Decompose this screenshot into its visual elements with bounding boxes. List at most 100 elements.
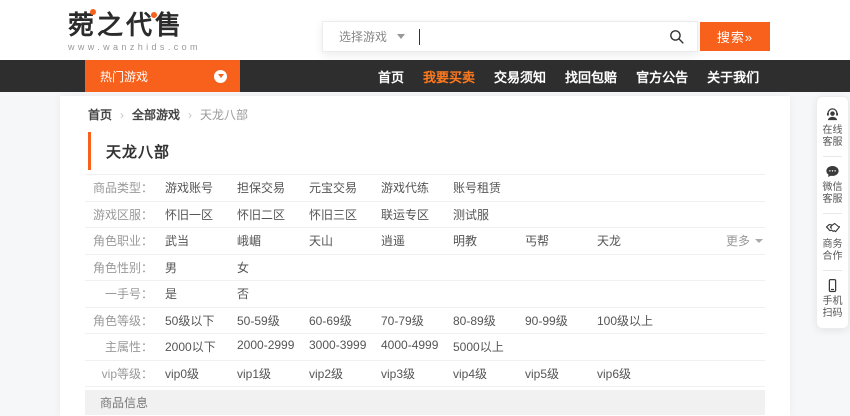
toolbar-divider — [823, 213, 842, 214]
search-input[interactable] — [420, 22, 668, 51]
main-nav: 热门游戏 首页我要买卖交易须知找回包赔官方公告关于我们 — [0, 60, 850, 92]
search-button[interactable]: 搜索» — [700, 22, 770, 51]
filter-options: 男女 — [165, 259, 309, 276]
side-toolbar: 在线 客服微信 客服商务 合作手机 扫码 — [816, 96, 849, 329]
toolbar-divider — [823, 156, 842, 157]
toolbar-item-label: 在线 客服 — [823, 125, 843, 149]
filter-more-label: 更多 — [726, 232, 750, 249]
filter-more-link[interactable]: 更多 — [726, 228, 763, 254]
logo-accent-dot-icon — [90, 9, 96, 15]
toolbar-item-online-service[interactable]: 在线 客服 — [823, 107, 843, 149]
filter-option[interactable]: 否 — [237, 285, 309, 302]
filter-option[interactable]: 担保交易 — [237, 179, 309, 196]
filter-option[interactable]: 明教 — [453, 232, 525, 249]
toolbar-item-mobile-qr-scan[interactable]: 手机 扫码 — [823, 278, 843, 320]
search-icon[interactable] — [668, 28, 685, 45]
filter-label: vip等级： — [85, 365, 153, 382]
toolbar-item-wechat-service[interactable]: 微信 客服 — [823, 164, 843, 206]
filter-option[interactable]: 90-99级 — [525, 312, 597, 329]
filter-option[interactable]: 怀旧二区 — [237, 206, 309, 223]
filter-option[interactable]: 测试服 — [453, 206, 525, 223]
logo-wordmark: 菀之代售 — [68, 11, 201, 39]
filter-option[interactable]: 50级以下 — [165, 312, 237, 329]
filter-option[interactable]: 男 — [165, 259, 237, 276]
filter-option[interactable]: 游戏代练 — [381, 179, 453, 196]
toolbar-item-business-cooperation[interactable]: 商务 合作 — [823, 221, 843, 263]
filter-label: 角色等级： — [85, 312, 153, 329]
breadcrumb-item[interactable]: 首页 — [88, 106, 112, 123]
toolbar-item-label: 微信 客服 — [823, 182, 843, 206]
filter-row: 主属性： 2000以下2000-29993000-39994000-4999500… — [85, 334, 765, 361]
page-title: 天龙八部 — [106, 141, 170, 162]
filter-option[interactable]: 60-69级 — [309, 312, 381, 329]
filter-option[interactable]: 2000-2999 — [237, 338, 309, 355]
filter-option[interactable]: vip4级 — [453, 365, 525, 382]
filter-option[interactable]: 峨嵋 — [237, 232, 309, 249]
filter-label: 角色职业： — [85, 232, 153, 249]
filter-option[interactable]: vip2级 — [309, 365, 381, 382]
toolbar-item-label: 商务 合作 — [823, 239, 843, 263]
breadcrumb-item: 天龙八部 — [200, 106, 248, 123]
filter-option[interactable]: 武当 — [165, 232, 237, 249]
nav-item-home[interactable]: 首页 — [378, 67, 404, 86]
site-logo[interactable]: 菀之代售 www.wanzhids.com — [68, 11, 201, 52]
filter-row: 角色职业： 武当峨嵋天山逍遥明教丐帮天龙 更多 — [85, 228, 765, 255]
filter-option[interactable]: 4000-4999 — [381, 338, 453, 355]
breadcrumb-separator: › — [188, 108, 192, 122]
main-content-card: 首页›全部游戏›天龙八部 天龙八部 商品类型：游戏账号担保交易元宝交易游戏代练账… — [60, 96, 790, 416]
filter-options: vip0级vip1级vip2级vip3级vip4级vip5级vip6级 — [165, 365, 669, 382]
filter-option[interactable]: vip0级 — [165, 365, 237, 382]
filter-option[interactable]: 天山 — [309, 232, 381, 249]
filter-option[interactable]: 是 — [165, 285, 237, 302]
filter-option[interactable]: 账号租赁 — [453, 179, 525, 196]
main-nav-items: 首页我要买卖交易须知找回包赔官方公告关于我们 — [378, 60, 759, 92]
site-header: 菀之代售 www.wanzhids.com 选择游戏 搜索» — [0, 0, 850, 60]
filter-option[interactable]: 逍遥 — [381, 232, 453, 249]
filter-options: 怀旧一区怀旧二区怀旧三区联运专区测试服 — [165, 206, 525, 223]
filter-option[interactable]: vip1级 — [237, 365, 309, 382]
filter-option[interactable]: 80-89级 — [453, 312, 525, 329]
nav-item-about-us[interactable]: 关于我们 — [707, 67, 759, 86]
filter-option[interactable]: vip5级 — [525, 365, 597, 382]
filter-label: 商品类型： — [85, 179, 153, 196]
filter-option[interactable]: 女 — [237, 259, 309, 276]
filter-label: 角色性别： — [85, 259, 153, 276]
filter-option[interactable]: vip3级 — [381, 365, 453, 382]
logo-text: 菀之代售 — [68, 10, 184, 40]
nav-item-official-announcement[interactable]: 官方公告 — [636, 67, 688, 86]
filter-table: 商品类型：游戏账号担保交易元宝交易游戏代练账号租赁游戏区服：怀旧一区怀旧二区怀旧… — [85, 174, 765, 387]
search-bar: 选择游戏 — [322, 21, 698, 52]
goods-info-label: 商品信息 — [100, 394, 148, 411]
filter-option[interactable]: 怀旧一区 — [165, 206, 237, 223]
filter-option[interactable]: 怀旧三区 — [309, 206, 381, 223]
filter-options: 游戏账号担保交易元宝交易游戏代练账号租赁 — [165, 179, 525, 196]
customer-service-icon — [825, 107, 840, 122]
filter-label: 主属性： — [85, 338, 153, 355]
filter-option[interactable]: 70-79级 — [381, 312, 453, 329]
nav-item-recover-compensate[interactable]: 找回包赔 — [565, 67, 617, 86]
filter-option[interactable]: 联运专区 — [381, 206, 453, 223]
nav-item-buy-sell[interactable]: 我要买卖 — [423, 67, 475, 86]
filter-option[interactable]: 3000-3999 — [309, 338, 381, 355]
breadcrumb-item[interactable]: 全部游戏 — [132, 106, 180, 123]
filter-option[interactable]: 50-59级 — [237, 312, 309, 329]
filter-row: 角色性别： 男女 — [85, 255, 765, 282]
game-select-dropdown[interactable]: 选择游戏 — [323, 28, 419, 45]
filter-option[interactable]: 游戏账号 — [165, 179, 237, 196]
filter-option[interactable]: 元宝交易 — [309, 179, 381, 196]
filter-option[interactable]: 丐帮 — [525, 232, 597, 249]
filter-row: vip等级： vip0级vip1级vip2级vip3级vip4级vip5级vip6… — [85, 361, 765, 388]
smartphone-icon — [825, 278, 840, 293]
filter-options: 50级以下50-59级60-69级70-79级80-89级90-99级100级以… — [165, 312, 669, 329]
chevron-down-icon — [397, 34, 405, 39]
filter-option[interactable]: 天龙 — [597, 232, 669, 249]
filter-option[interactable]: vip6级 — [597, 365, 669, 382]
filter-option[interactable]: 100级以上 — [597, 312, 669, 329]
filter-options: 2000以下2000-29993000-39994000-49995000以上 — [165, 338, 525, 355]
logo-domain: www.wanzhids.com — [68, 42, 201, 52]
filter-option[interactable]: 2000以下 — [165, 338, 237, 355]
filter-label: 游戏区服： — [85, 206, 153, 223]
nav-item-trading-notice[interactable]: 交易须知 — [494, 67, 546, 86]
filter-option[interactable]: 5000以上 — [453, 338, 525, 355]
hot-games-dropdown[interactable]: 热门游戏 — [85, 60, 240, 92]
